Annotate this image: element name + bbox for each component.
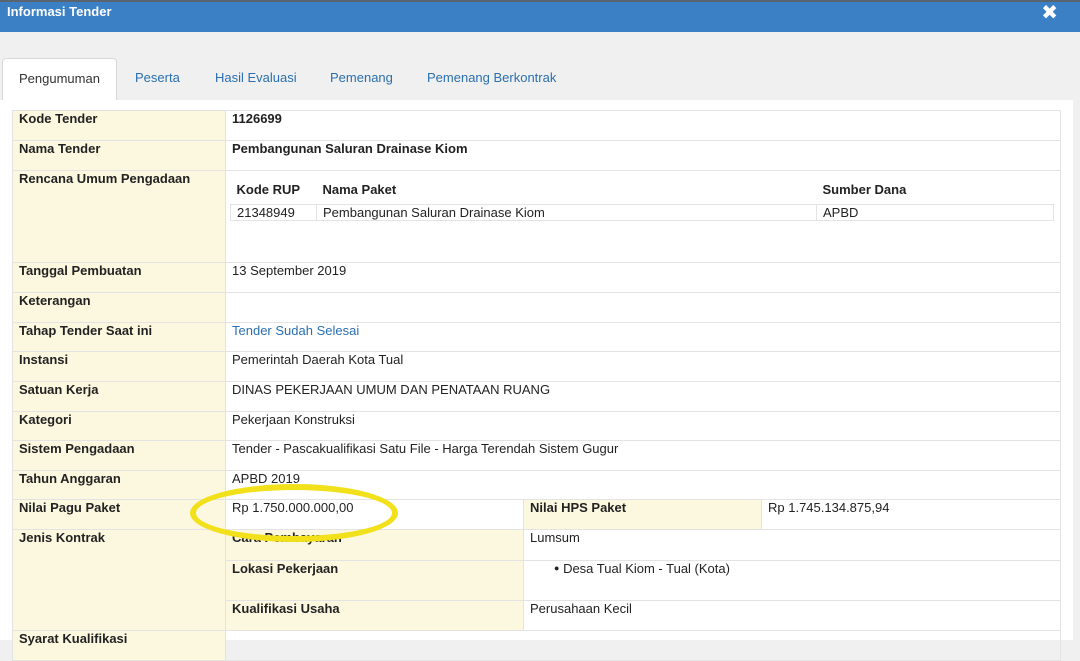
label-syarat: Syarat Kualifikasi bbox=[12, 630, 226, 661]
close-icon[interactable]: ✖ bbox=[1041, 2, 1058, 24]
tab-content: Kode Tender 1126699 Nama Tender Pembangu… bbox=[0, 100, 1073, 661]
value-lokasi: Desa Tual Kiom - Tual (Kota) bbox=[563, 560, 730, 576]
value-sistem: Tender - Pascakualifikasi Satu File - Ha… bbox=[225, 440, 1061, 471]
tab-pemenang[interactable]: Pemenang bbox=[330, 58, 393, 99]
tab-bar: Pengumuman Peserta Hasil Evaluasi Pemena… bbox=[0, 58, 1080, 101]
label-tanggal: Tanggal Pembuatan bbox=[12, 262, 226, 293]
label-jenis-kontrak: Jenis Kontrak bbox=[12, 529, 226, 631]
kontrak-subtable: Cara Pembayaran Lumsum Lokasi Pekerjaan … bbox=[226, 530, 1060, 630]
rup-header-kode: Kode RUP bbox=[230, 175, 317, 205]
label-kode-tender: Kode Tender bbox=[12, 110, 226, 141]
rup-header-sumber: Sumber Dana bbox=[816, 175, 1054, 205]
label-nama-tender: Nama Tender bbox=[12, 140, 226, 171]
label-hps: Nilai HPS Paket bbox=[523, 499, 762, 530]
value-tanggal: 13 September 2019 bbox=[225, 262, 1061, 293]
rup-kode: 21348949 bbox=[230, 204, 317, 221]
value-kode-tender: 1126699 bbox=[225, 110, 1061, 141]
tab-hasil-evaluasi[interactable]: Hasil Evaluasi bbox=[215, 58, 297, 99]
value-cara-pembayaran: Lumsum bbox=[523, 530, 1060, 561]
rup-table: Kode RUP Nama Paket Sumber Dana 21348949… bbox=[230, 175, 1054, 221]
tab-peserta[interactable]: Peserta bbox=[135, 58, 180, 99]
tahap-link[interactable]: Tender Sudah Selesai bbox=[232, 323, 359, 338]
value-instansi: Pemerintah Daerah Kota Tual bbox=[225, 351, 1061, 382]
label-kategori: Kategori bbox=[12, 411, 226, 441]
value-keterangan bbox=[225, 292, 1061, 323]
label-lokasi: Lokasi Pekerjaan bbox=[226, 559, 524, 601]
label-cara-pembayaran: Cara Pembayaran bbox=[226, 530, 524, 561]
label-rup: Rencana Umum Pengadaan bbox=[12, 170, 226, 263]
value-nama-tender: Pembangunan Saluran Drainase Kiom bbox=[225, 140, 1061, 171]
value-satuan-kerja: DINAS PEKERJAAN UMUM DAN PENATAAN RUANG bbox=[225, 381, 1061, 412]
tender-info-table: Kode Tender 1126699 Nama Tender Pembangu… bbox=[12, 110, 1061, 661]
lokasi-list: ● Desa Tual Kiom - Tual (Kota) bbox=[523, 559, 1060, 601]
label-sistem: Sistem Pengadaan bbox=[12, 440, 226, 471]
modal-title: Informasi Tender bbox=[7, 4, 112, 19]
tab-pemenang-berkontrak[interactable]: Pemenang Berkontrak bbox=[427, 58, 556, 99]
modal-header: Informasi Tender ✖ bbox=[0, 0, 1080, 32]
label-pagu: Nilai Pagu Paket bbox=[12, 499, 226, 530]
rup-cell: Kode RUP Nama Paket Sumber Dana 21348949… bbox=[225, 170, 1061, 263]
table-row: 21348949 Pembangunan Saluran Drainase Ki… bbox=[230, 204, 1054, 221]
scrollbar[interactable] bbox=[1073, 32, 1080, 640]
tab-pengumuman[interactable]: Pengumuman bbox=[2, 58, 117, 101]
label-tahun: Tahun Anggaran bbox=[12, 470, 226, 500]
label-tahap: Tahap Tender Saat ini bbox=[12, 322, 226, 352]
value-pagu: Rp 1.750.000.000,00 bbox=[225, 499, 524, 530]
jenis-kontrak-cell: Cara Pembayaran Lumsum Lokasi Pekerjaan … bbox=[225, 529, 1061, 631]
label-kualifikasi: Kualifikasi Usaha bbox=[226, 599, 524, 630]
bullet-icon: ● bbox=[554, 562, 560, 573]
rup-nama: Pembangunan Saluran Drainase Kiom bbox=[316, 204, 817, 221]
label-keterangan: Keterangan bbox=[12, 292, 226, 323]
value-kualifikasi: Perusahaan Kecil bbox=[523, 599, 1060, 630]
top-border bbox=[0, 0, 1080, 2]
label-instansi: Instansi bbox=[12, 351, 226, 382]
label-satuan-kerja: Satuan Kerja bbox=[12, 381, 226, 412]
rup-header-nama: Nama Paket bbox=[316, 175, 817, 205]
value-hps: Rp 1.745.134.875,94 bbox=[761, 499, 1061, 530]
rup-sumber: APBD bbox=[816, 204, 1054, 221]
value-syarat bbox=[225, 630, 1061, 661]
value-tahun: APBD 2019 bbox=[225, 470, 1061, 500]
value-kategori: Pekerjaan Konstruksi bbox=[225, 411, 1061, 441]
